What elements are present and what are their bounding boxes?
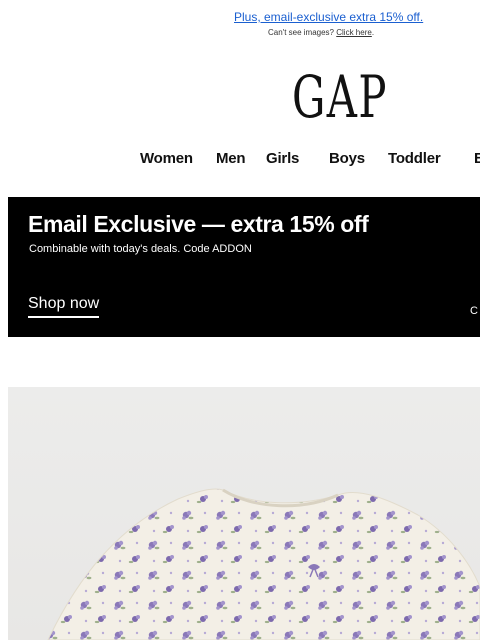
images-prompt: Can't see images? Click here. [268, 28, 374, 37]
nav-item-girls[interactable]: Girls [266, 150, 299, 167]
floral-pajama-top-illustration [47, 488, 480, 640]
nav-item-baby[interactable]: B [474, 150, 480, 167]
preheader-offer-link[interactable]: Plus, email-exclusive extra 15% off. [234, 10, 423, 24]
nav-item-women[interactable]: Women [140, 150, 193, 167]
banner-title: Email Exclusive — extra 15% off [28, 211, 369, 237]
images-prompt-suffix: . [371, 28, 375, 37]
nav-item-toddler[interactable]: Toddler [388, 150, 441, 167]
gap-logo[interactable]: GAP [292, 66, 387, 128]
banner-edge-text: C [470, 305, 478, 317]
nav-item-boys[interactable]: Boys [329, 150, 365, 167]
images-prompt-text: Can't see images? [268, 28, 335, 37]
main-nav: Women Men Girls Boys Toddler B [0, 150, 480, 172]
promo-banner[interactable]: Email Exclusive — extra 15% off Combinab… [8, 197, 480, 337]
nav-item-men[interactable]: Men [216, 150, 246, 167]
hero-product-image[interactable] [8, 387, 480, 640]
click-here-link[interactable]: Click here [336, 28, 372, 37]
shop-now-link[interactable]: Shop now [28, 295, 100, 318]
banner-subtitle: Combinable with today's deals. Code ADDO… [29, 243, 252, 255]
